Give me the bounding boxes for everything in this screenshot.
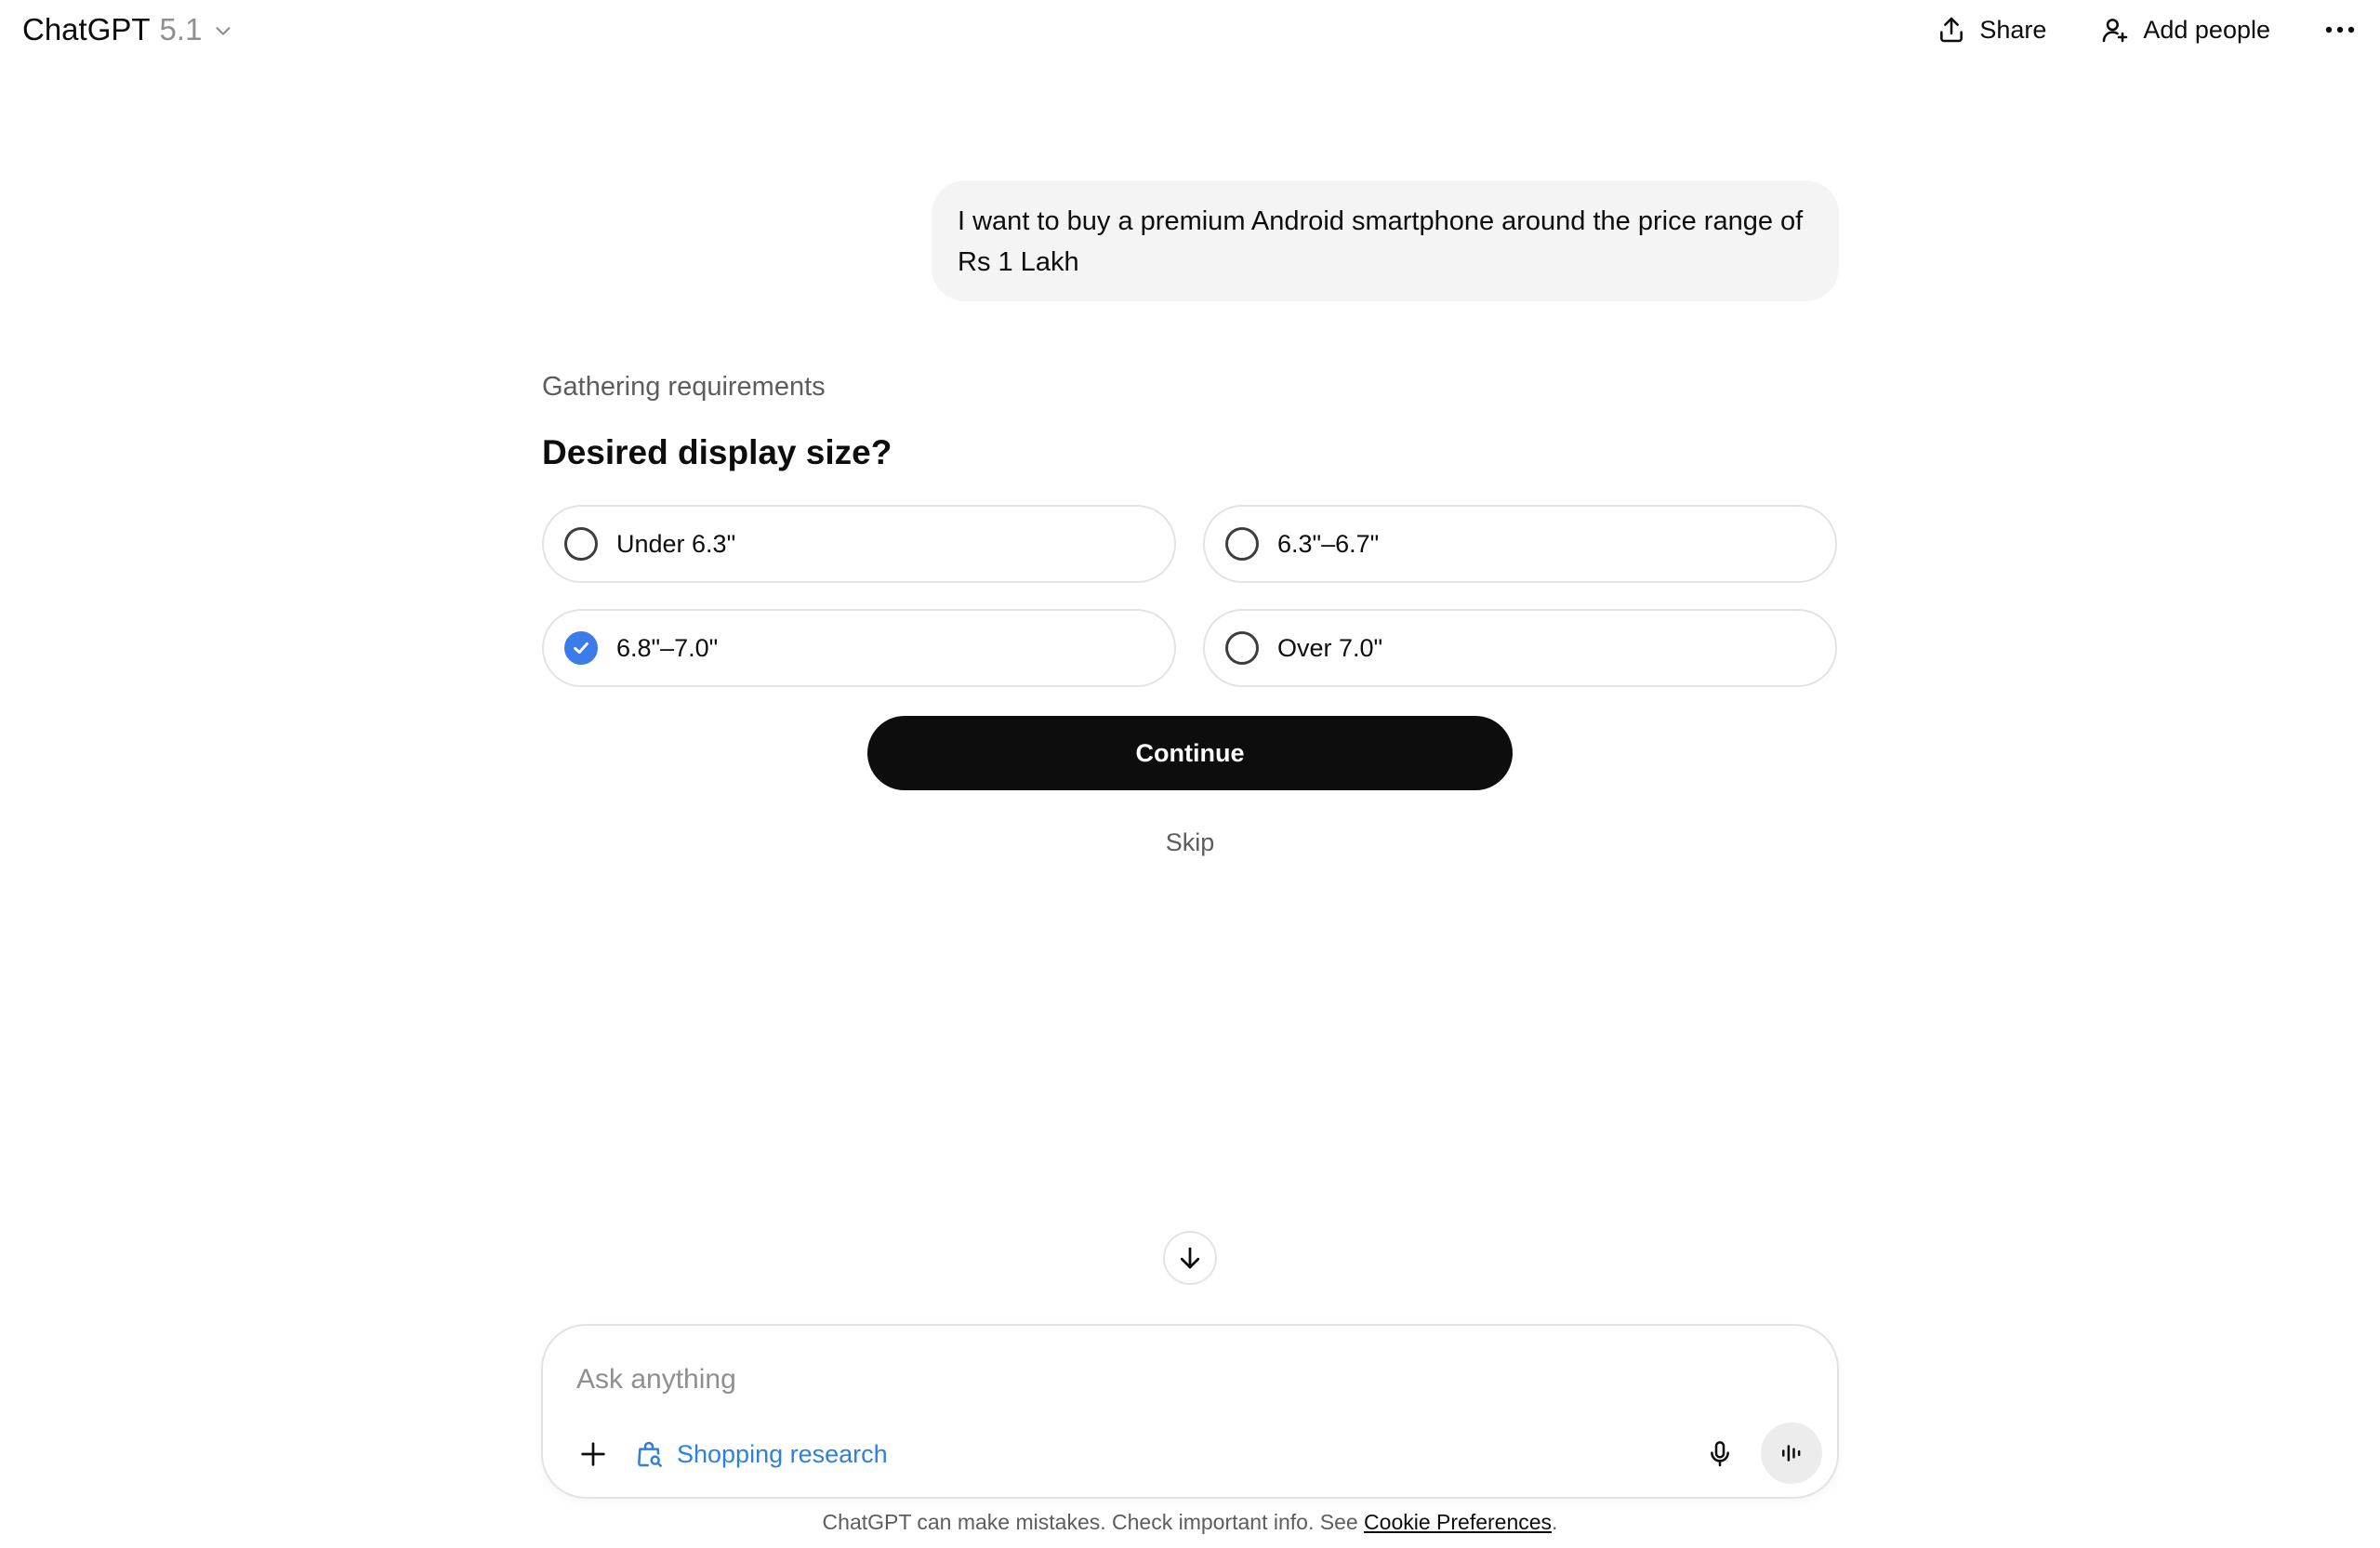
- option-6-3-to-6-7[interactable]: 6.3"–6.7": [1203, 505, 1837, 583]
- composer: Shopping research: [541, 1324, 1839, 1499]
- app-name: ChatGPT: [22, 12, 151, 46]
- option-label: 6.3"–6.7": [1277, 529, 1380, 558]
- checkmark-icon: [574, 642, 588, 655]
- status-text: Gathering requirements: [542, 372, 826, 402]
- top-bar: ChatGPT 5.1 Share Add people: [0, 0, 2380, 60]
- header-actions: Share Add people: [1937, 4, 2356, 56]
- dictate-button[interactable]: [1696, 1430, 1744, 1478]
- user-message-bubble: I want to buy a premium Android smartpho…: [932, 180, 1839, 301]
- disclaimer-end: .: [1552, 1510, 1558, 1534]
- chat-page: ChatGPT 5.1 Share Add people I want to b…: [0, 0, 2380, 1548]
- add-people-button[interactable]: Add people: [2100, 4, 2270, 56]
- option-over-7-0[interactable]: Over 7.0": [1203, 609, 1837, 687]
- tool-label: Shopping research: [677, 1439, 888, 1468]
- radio-button-checked[interactable]: [564, 631, 598, 665]
- option-under-6-3[interactable]: Under 6.3": [542, 505, 1176, 583]
- add-person-icon: [2103, 19, 2128, 43]
- radio-button[interactable]: [1225, 527, 1259, 561]
- shopping-research-tool[interactable]: Shopping research: [634, 1430, 888, 1478]
- chevron-down-icon: [216, 27, 231, 35]
- skip-button[interactable]: Skip: [1144, 826, 1236, 859]
- option-label: Under 6.3": [616, 529, 736, 558]
- share-label: Share: [1979, 15, 2047, 44]
- cookie-preferences-link[interactable]: Cookie Preferences: [1364, 1510, 1552, 1534]
- question-heading: Desired display size?: [542, 433, 892, 471]
- option-6-8-to-7-0[interactable]: 6.8"–7.0": [542, 609, 1176, 687]
- add-people-label: Add people: [2143, 15, 2270, 44]
- radio-button[interactable]: [564, 527, 598, 561]
- more-options-button[interactable]: [2324, 4, 2356, 56]
- share-icon: [1940, 17, 1964, 43]
- radio-button[interactable]: [1225, 631, 1259, 665]
- scroll-to-bottom-button[interactable]: [1163, 1231, 1217, 1285]
- microphone-icon: [1711, 1441, 1729, 1467]
- disclaimer-text: ChatGPT can make mistakes. Check importa…: [822, 1510, 1365, 1534]
- plus-icon: [581, 1442, 605, 1466]
- add-attachment-button[interactable]: [569, 1430, 617, 1478]
- model-version: 5.1: [159, 12, 203, 46]
- disclaimer: ChatGPT can make mistakes. Check importa…: [0, 1510, 2380, 1535]
- model-selector[interactable]: ChatGPT 5.1: [22, 4, 233, 56]
- continue-button[interactable]: Continue: [867, 716, 1513, 790]
- prompt-input[interactable]: [576, 1352, 1804, 1408]
- more-icon: [2325, 26, 2355, 33]
- voice-mode-button[interactable]: [1761, 1422, 1822, 1484]
- option-label: 6.8"–7.0": [616, 633, 719, 662]
- option-label: Over 7.0": [1277, 633, 1383, 662]
- share-button[interactable]: Share: [1937, 4, 2046, 56]
- voice-waveform-icon: [1782, 1445, 1801, 1462]
- arrow-down-icon: [1180, 1247, 1200, 1269]
- shopping-bag-search-icon: [638, 1441, 662, 1467]
